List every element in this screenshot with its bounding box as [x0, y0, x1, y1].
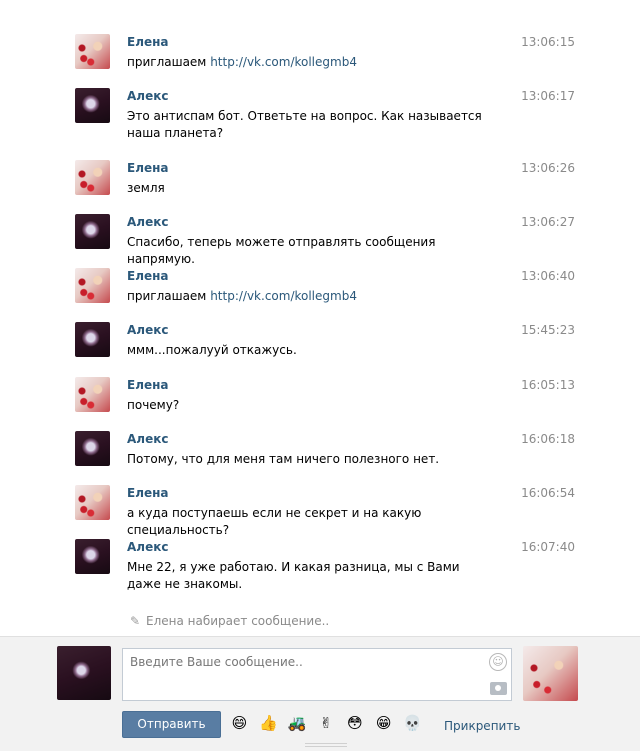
avatar[interactable] — [75, 214, 110, 249]
message-time: 13:06:17 — [521, 89, 575, 103]
avatar[interactable] — [75, 539, 110, 574]
message-time: 13:06:15 — [521, 35, 575, 49]
pencil-icon: ✎ — [130, 614, 141, 628]
typing-text: Елена набирает сообщение.. — [146, 614, 330, 628]
message-text: приглашаем http://vk.com/kollegmb4 — [127, 288, 497, 305]
message-text: Мне 22, я уже работаю. И какая разница, … — [127, 560, 460, 591]
message-author[interactable]: Алекс — [127, 215, 168, 229]
message-input[interactable]: Введите Ваше сообщение.. ☺ — [122, 648, 512, 701]
message-text: ммм...пожалууй откажусь. — [127, 343, 297, 357]
message-author[interactable]: Алекс — [127, 89, 168, 103]
skull-icon[interactable]: 💀 — [403, 714, 422, 733]
message-time: 16:06:18 — [521, 432, 575, 446]
message-time: 13:06:27 — [521, 215, 575, 229]
message-time: 13:06:40 — [521, 269, 575, 283]
message-text: земля — [127, 181, 165, 195]
message-time: 16:07:40 — [521, 540, 575, 554]
message-author[interactable]: Елена — [127, 35, 169, 49]
flushed-face-icon[interactable]: 😳 — [345, 714, 364, 733]
message-composer: Введите Ваше сообщение.. ☺ Отправить 😄 👍… — [0, 636, 640, 751]
message-author[interactable]: Алекс — [127, 323, 168, 337]
peer-avatar[interactable] — [523, 646, 578, 701]
avatar[interactable] — [75, 88, 110, 123]
attach-link[interactable]: Прикрепить — [444, 719, 520, 733]
emoji-bar: 😄 👍 🚜 ✌ 😳 😁 💀 — [230, 714, 428, 734]
avatar[interactable] — [75, 485, 110, 520]
tractor-icon[interactable]: 🚜 — [288, 714, 307, 733]
send-button[interactable]: Отправить — [122, 711, 221, 738]
message-body: приглашаем — [127, 289, 211, 303]
message-time: 13:06:26 — [521, 161, 575, 175]
grin-emoji-icon[interactable]: 😄 — [230, 714, 249, 733]
avatar[interactable] — [75, 268, 110, 303]
message-text: а куда поступаешь если не секрет и на ка… — [127, 506, 422, 537]
message-author[interactable]: Елена — [127, 378, 169, 392]
my-avatar[interactable] — [57, 646, 111, 700]
message-author[interactable]: Елена — [127, 486, 169, 500]
smile-icon[interactable]: ☺ — [489, 653, 507, 671]
message-author[interactable]: Алекс — [127, 540, 168, 554]
avatar[interactable] — [75, 34, 110, 69]
message-author[interactable]: Елена — [127, 269, 169, 283]
message-text: Это антиспам бот. Ответьте на вопрос. Ка… — [127, 109, 482, 140]
camera-icon[interactable] — [490, 682, 507, 695]
message-text: Потому, что для меня там ничего полезног… — [127, 452, 440, 466]
message-input-placeholder: Введите Ваше сообщение.. — [130, 655, 303, 669]
message-author[interactable]: Елена — [127, 161, 169, 175]
message-text: Спасибо, теперь можете отправлять сообще… — [127, 235, 436, 266]
message-link[interactable]: http://vk.com/kollegmb4 — [210, 289, 357, 303]
message-body: приглашаем — [127, 55, 211, 69]
avatar[interactable] — [75, 431, 110, 466]
avatar[interactable] — [75, 160, 110, 195]
message-link[interactable]: http://vk.com/kollegmb4 — [210, 55, 357, 69]
message-history: Елена 13:06:15 приглашаем http://vk.com/… — [0, 0, 640, 636]
message-time: 16:05:13 — [521, 378, 575, 392]
message-text: почему? — [127, 398, 180, 412]
avatar[interactable] — [75, 377, 110, 412]
resize-handle[interactable] — [305, 743, 347, 747]
message-author[interactable]: Алекс — [127, 432, 168, 446]
message-time: 15:45:23 — [521, 323, 575, 337]
message-time: 16:06:54 — [521, 486, 575, 500]
typing-indicator: ✎ Елена набирает сообщение.. — [130, 614, 329, 628]
message-text: приглашаем http://vk.com/kollegmb4 — [127, 54, 497, 71]
victory-hand-icon[interactable]: ✌ — [316, 714, 335, 733]
avatar[interactable] — [75, 322, 110, 357]
thumbs-up-icon[interactable]: 👍 — [259, 714, 278, 733]
beaming-face-icon[interactable]: 😁 — [374, 714, 393, 733]
